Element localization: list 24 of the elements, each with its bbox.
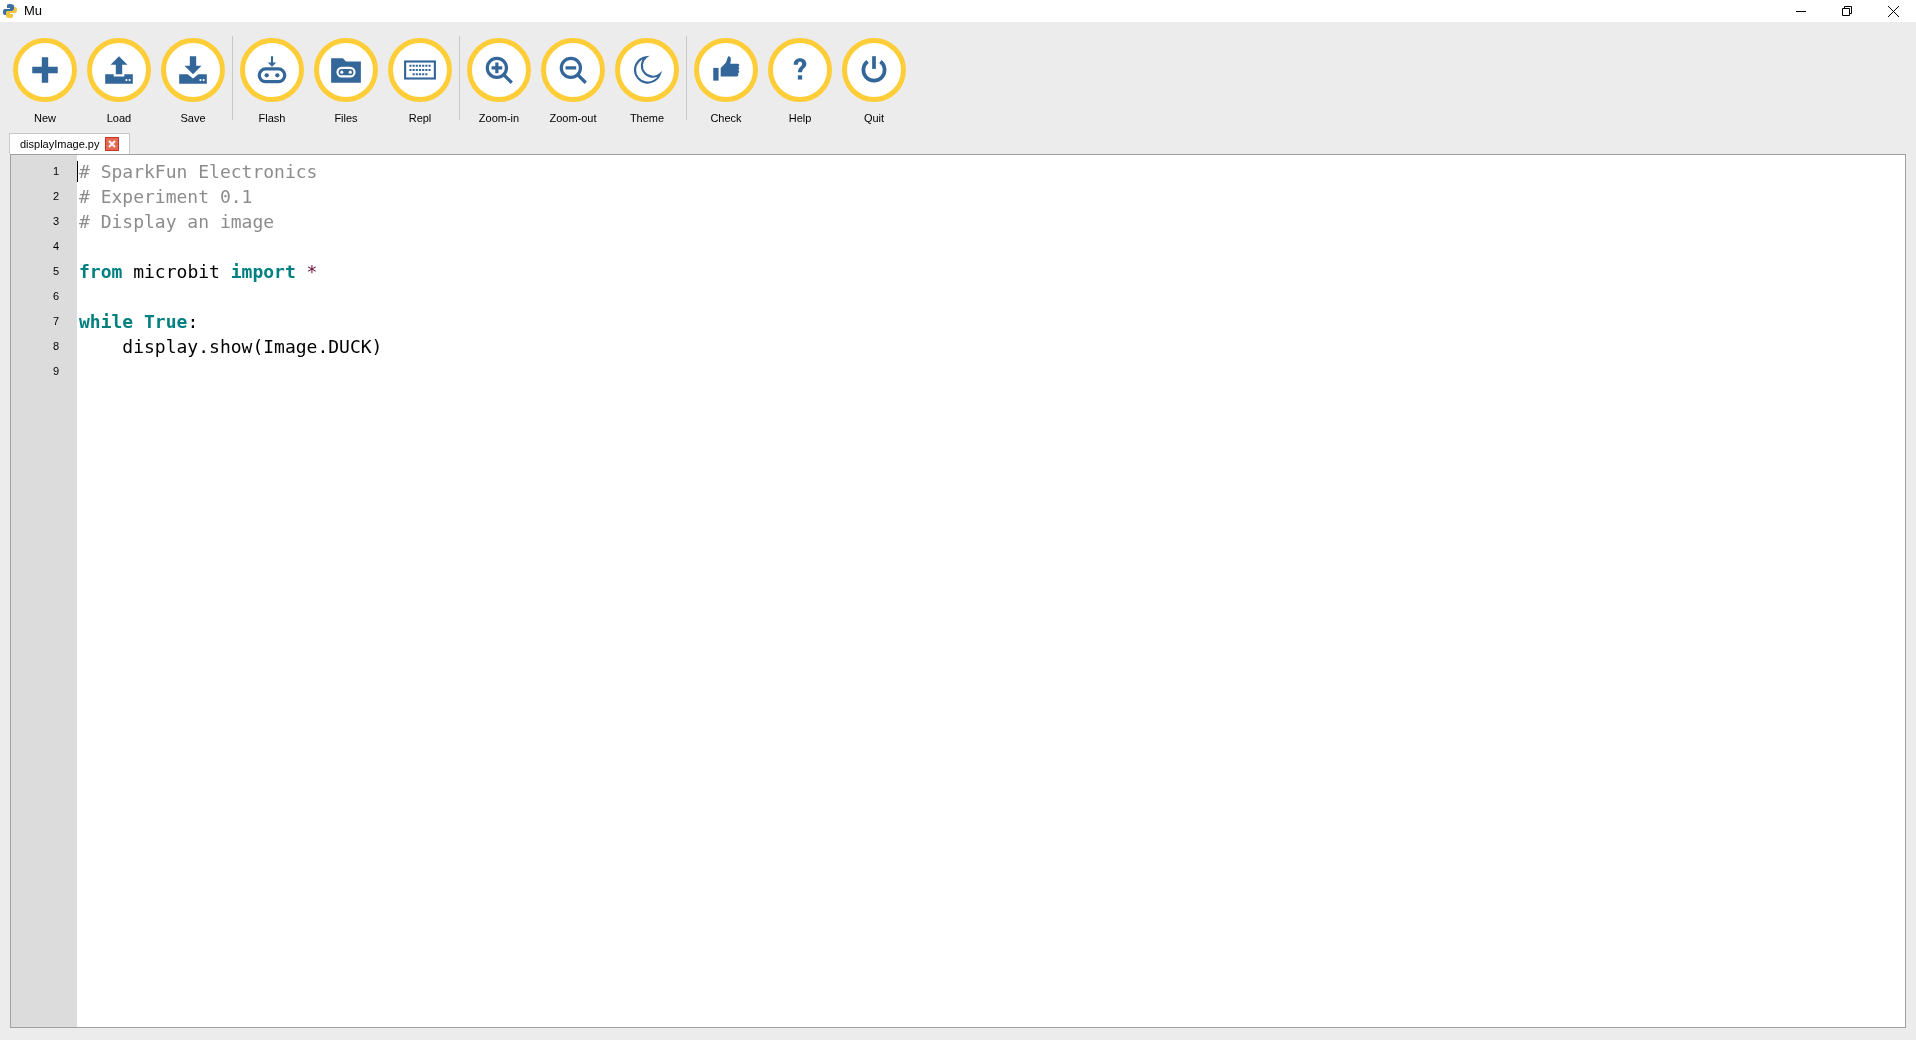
window-title: Mu: [24, 2, 43, 21]
text-cursor: [77, 161, 78, 182]
code-line: display.show(Image.DUCK): [121, 335, 383, 359]
line-number: 6: [52, 289, 59, 305]
code-line: # SparkFun Electronics: [79, 160, 318, 184]
minimize-icon: [1796, 10, 1806, 12]
line-number: 2: [52, 189, 59, 205]
line-number: 4: [52, 239, 59, 255]
code-line: while True:: [79, 310, 199, 334]
line-number: 9: [52, 364, 59, 380]
line-number: 1: [52, 164, 59, 180]
code-line: # Display an image: [79, 210, 275, 234]
file-tab[interactable]: displayImage.py: [9, 133, 130, 154]
line-number: 8: [52, 339, 59, 355]
restore-icon: [1842, 6, 1852, 16]
app-logo-icon: [2, 3, 18, 19]
code-line: # Experiment 0.1: [79, 185, 253, 209]
line-number: 7: [52, 314, 59, 330]
line-number: 3: [52, 214, 59, 230]
close-icon: [1887, 5, 1899, 17]
close-tab-icon[interactable]: [104, 137, 119, 151]
code-line: from microbit import *: [79, 260, 318, 284]
download-icon: [176, 53, 210, 87]
line-number: 5: [52, 264, 59, 280]
